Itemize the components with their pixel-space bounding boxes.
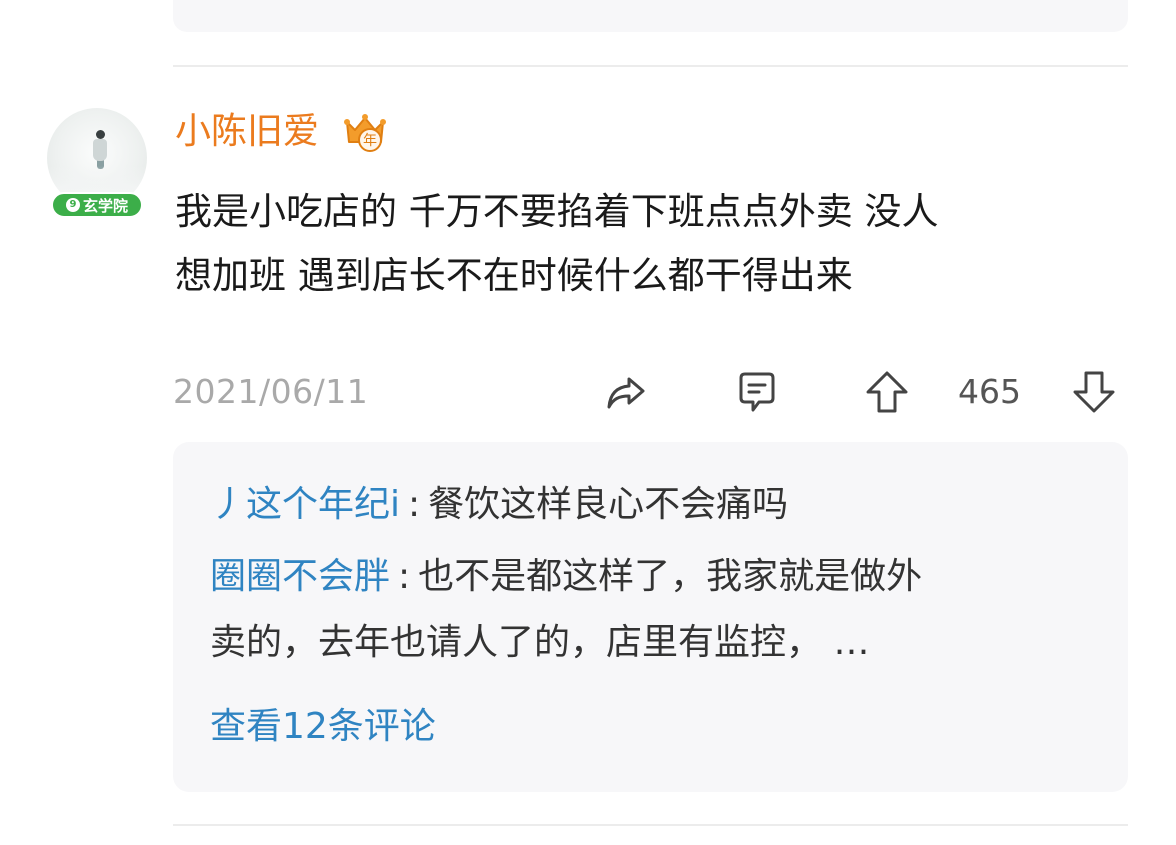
comment-icon	[739, 372, 775, 412]
comment-line: 想加班 遇到店长不在时候什么都干得出来	[175, 254, 853, 297]
comment-date: 2021/06/11	[173, 372, 369, 411]
reply-text: 也不是都这样了，我家就是做外	[418, 556, 923, 597]
reply-author[interactable]: 圈圈不会胖	[210, 556, 390, 597]
downvote-button[interactable]	[1068, 366, 1120, 418]
reply-separator: :	[408, 484, 421, 525]
user-badge: 9 玄学院	[51, 192, 143, 218]
comment-line: 我是小吃店的 千万不要掐着下班点点外卖 没人	[175, 190, 939, 233]
divider	[173, 824, 1128, 826]
reply-separator: :	[398, 556, 411, 597]
badge-label: 玄学院	[82, 196, 128, 215]
upvote-button[interactable]	[861, 366, 913, 418]
comment-page: 9 玄学院 小陈旧爱 年 我是小吃店的 千万不要掐着下班点点外卖 没人 想加班 …	[0, 0, 1176, 845]
share-button[interactable]	[600, 366, 652, 418]
like-count: 465	[958, 372, 1021, 411]
reply-item[interactable]: 圈圈不会胖: 也不是都这样了，我家就是做外 卖的，去年也请人了的，店里有监控， …	[210, 544, 1110, 676]
downvote-icon	[1073, 371, 1115, 413]
previous-reply-card	[173, 0, 1128, 32]
crown-year-icon: 年	[343, 110, 387, 154]
reply-text: 卖的，去年也请人了的，店里有监控， …	[210, 622, 870, 663]
divider	[173, 65, 1128, 67]
reply-item[interactable]: 丿这个年纪i: 餐饮这样良心不会痛吗	[210, 472, 1110, 538]
replies-panel: 丿这个年纪i: 餐饮这样良心不会痛吗 圈圈不会胖: 也不是都这样了，我家就是做外 卖…	[173, 442, 1128, 792]
reply-text: 餐饮这样良心不会痛吗	[428, 484, 789, 525]
view-all-comments-link[interactable]: 查看12条评论	[210, 694, 436, 760]
username[interactable]: 小陈旧爱	[175, 110, 319, 154]
badge-icon: 9	[65, 198, 80, 212]
share-icon	[607, 377, 645, 409]
comment-button[interactable]	[731, 366, 783, 418]
comment-body: 我是小吃店的 千万不要掐着下班点点外卖 没人 想加班 遇到店长不在时候什么都干得…	[175, 180, 1115, 308]
reply-author[interactable]: 丿这个年纪i	[210, 484, 400, 525]
upvote-icon	[866, 371, 908, 413]
svg-text:年: 年	[363, 133, 377, 149]
